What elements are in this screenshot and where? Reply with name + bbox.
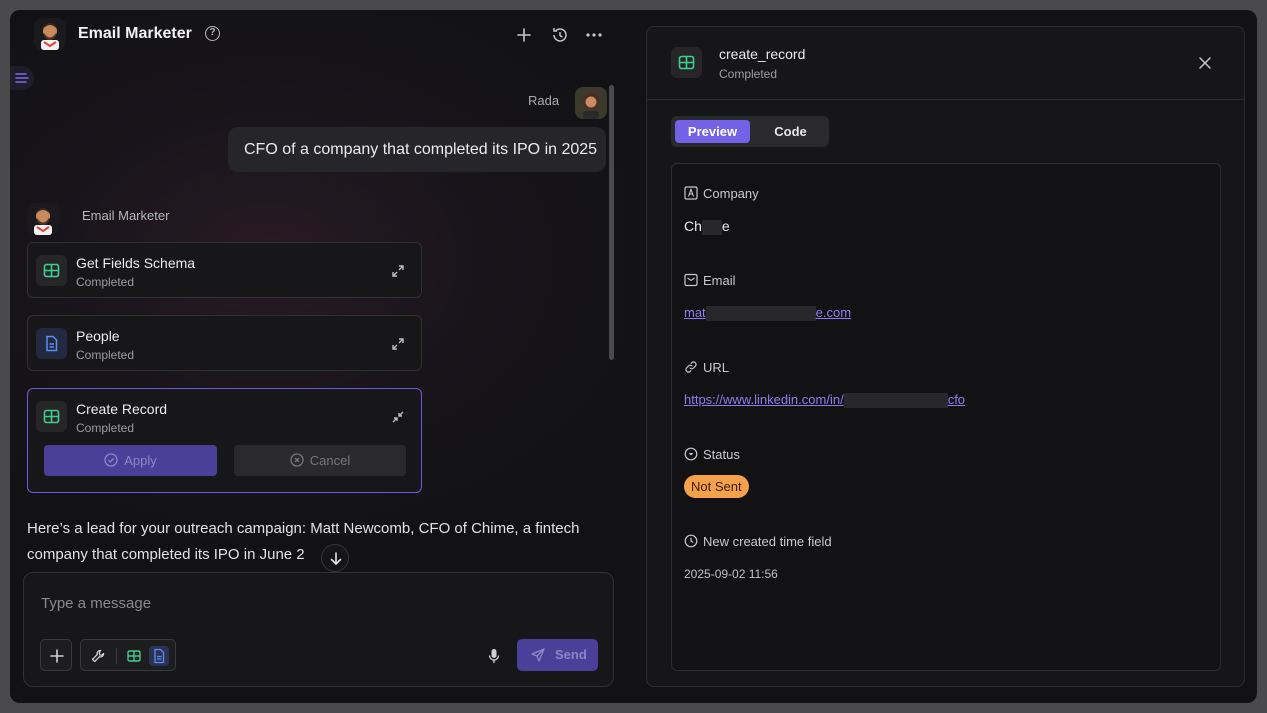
field-value-company: Ch e	[684, 218, 730, 235]
field-label-text: Status	[703, 447, 740, 462]
chat-header: Email Marketer ?	[10, 10, 628, 60]
record-card: Company Ch e Email mat e.com URL https://w…	[671, 163, 1221, 671]
collapse-icon[interactable]	[390, 409, 406, 425]
tools-selector[interactable]	[80, 639, 176, 671]
panel-status: Completed	[719, 67, 778, 81]
wrench-icon[interactable]	[90, 648, 106, 664]
tab-preview[interactable]: Preview	[675, 120, 750, 143]
sidebar-toggle-icon[interactable]	[10, 66, 34, 90]
email-visible-end: e.com	[815, 305, 852, 320]
panel-title: create_record	[719, 46, 806, 62]
new-chat-icon[interactable]	[513, 24, 535, 46]
arrow-down-icon	[330, 552, 342, 566]
expand-icon[interactable]	[390, 336, 406, 352]
check-circle-icon	[104, 453, 118, 467]
divider	[116, 648, 117, 664]
document-icon	[36, 328, 67, 359]
tab-code[interactable]: Code	[753, 120, 828, 143]
field-label-company: Company	[684, 186, 759, 201]
send-label: Send	[555, 647, 587, 662]
microphone-icon[interactable]	[486, 647, 502, 665]
help-icon[interactable]: ?	[205, 26, 220, 41]
company-visible-end: e	[721, 218, 730, 234]
tool-call-status: Completed	[76, 275, 135, 289]
view-toggle: Preview Code	[671, 116, 829, 147]
cancel-label: Cancel	[309, 453, 351, 468]
redaction-block	[843, 393, 948, 409]
status-select-icon	[684, 447, 698, 461]
clock-icon	[684, 534, 698, 548]
user-name: Rada	[528, 93, 560, 108]
send-icon	[531, 648, 545, 662]
field-label-text: URL	[703, 360, 730, 375]
chat-title: Email Marketer	[78, 25, 192, 42]
agent-message-avatar	[27, 203, 59, 235]
tool-call-card-active[interactable]: Create Record Completed Apply Cancel	[27, 388, 422, 493]
tool-call-title: Create Record	[76, 401, 168, 417]
plus-icon	[50, 649, 64, 663]
message-input[interactable]: Type a message	[41, 595, 151, 612]
chat-scrollbar[interactable]	[609, 85, 614, 360]
tool-call-card[interactable]: People Completed	[27, 315, 422, 371]
x-circle-icon	[290, 453, 304, 467]
field-label-text: New created time field	[703, 534, 832, 549]
company-visible-start: Ch	[684, 218, 702, 234]
field-value-email[interactable]: mat e.com	[684, 305, 852, 322]
table-icon	[671, 47, 702, 78]
user-message: CFO of a company that completed its IPO …	[228, 127, 606, 172]
user-avatar	[575, 87, 607, 119]
tool-call-status: Completed	[76, 421, 135, 435]
field-value-created-time: 2025-09-02 11:56	[684, 567, 778, 581]
status-badge: Not Sent	[684, 475, 749, 498]
text-field-icon	[684, 186, 698, 200]
history-icon[interactable]	[549, 24, 571, 46]
record-preview-panel: create_record Completed Preview Code Com…	[646, 26, 1245, 687]
field-value-url[interactable]: https://www.linkedin.com/in/cfo	[684, 392, 966, 409]
app-window: Email Marketer ? Rada CFO of a company t…	[10, 10, 1257, 703]
agent-avatar	[34, 18, 66, 50]
tool-call-title: Get Fields Schema	[76, 255, 196, 271]
redaction-block	[701, 219, 722, 235]
field-label-text: Email	[703, 273, 736, 288]
email-visible-start: mat	[684, 305, 706, 320]
redaction-block	[705, 306, 816, 322]
tool-call-title: People	[76, 328, 120, 344]
table-icon[interactable]	[124, 646, 144, 666]
expand-icon[interactable]	[390, 263, 406, 279]
document-icon[interactable]	[149, 646, 169, 666]
link-icon	[685, 361, 697, 373]
apply-label: Apply	[124, 453, 157, 468]
apply-button[interactable]: Apply	[44, 445, 217, 476]
url-visible-end: cfo	[947, 392, 966, 407]
tool-call-status: Completed	[76, 348, 135, 362]
send-button[interactable]: Send	[517, 639, 598, 671]
field-label-url: URL	[684, 360, 729, 375]
table-icon	[36, 255, 67, 286]
agent-message: Here’s a lead for your outreach campaign…	[27, 520, 580, 563]
more-options-icon[interactable]	[583, 24, 605, 46]
chat-pane: Email Marketer ? Rada CFO of a company t…	[10, 10, 628, 703]
email-field-icon	[684, 273, 698, 287]
field-label-created-time: New created time field	[684, 534, 832, 549]
field-label-text: Company	[703, 186, 759, 201]
agent-name: Email Marketer	[82, 208, 170, 223]
close-icon[interactable]	[1197, 55, 1213, 71]
url-visible-start: https://www.linkedin.com/in/	[684, 392, 844, 407]
cancel-button[interactable]: Cancel	[234, 445, 406, 476]
tool-call-card[interactable]: Get Fields Schema Completed	[27, 242, 422, 298]
message-composer: Type a message Send	[23, 572, 614, 687]
table-icon	[36, 401, 67, 432]
attach-button[interactable]	[40, 639, 72, 671]
panel-header: create_record Completed	[647, 27, 1244, 100]
scroll-down-button[interactable]	[321, 544, 349, 572]
field-label-email: Email	[684, 273, 736, 288]
field-label-status: Status	[684, 447, 740, 462]
